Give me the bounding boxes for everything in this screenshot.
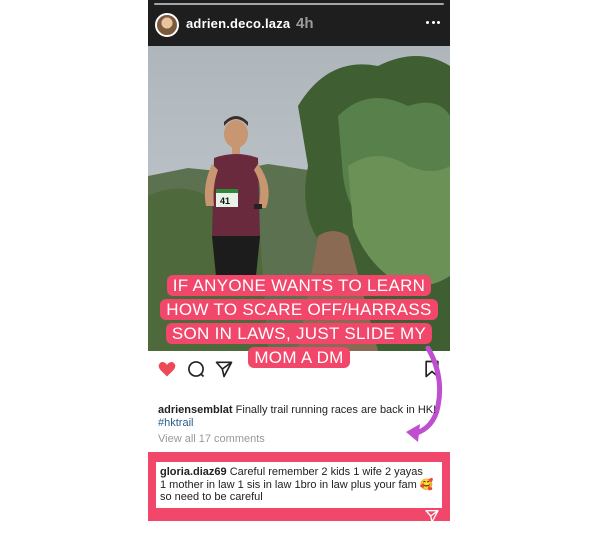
bib-number: 41: [220, 196, 230, 206]
sticker-line-2: HOW TO SCARE OFF/HARRASS: [160, 299, 438, 320]
story-bottom-bar: [148, 521, 450, 541]
comment-line-1: Careful remember 2 kids 1 wife 2 yayas: [229, 466, 423, 478]
story-username[interactable]: adrien.deco.laza: [186, 16, 290, 31]
sticker-line-1: IF ANYONE WANTS TO LEARN: [166, 275, 432, 296]
comment-emoji: 🥰: [419, 478, 434, 491]
caption-hashtag[interactable]: #hktrail: [158, 417, 193, 429]
post-caption: adriensemblat Finally trail running race…: [158, 404, 438, 430]
heart-icon[interactable]: [157, 359, 177, 379]
share-icon[interactable]: [214, 359, 234, 379]
sticker-line-3: SON IN LAWS, JUST SLIDE MY: [165, 323, 433, 344]
more-icon[interactable]: [426, 17, 440, 27]
comment-icon[interactable]: [186, 359, 206, 379]
arrow-annotation-icon: [406, 346, 443, 442]
comment-username[interactable]: gloria.diaz69: [160, 466, 227, 478]
caption-text: Finally trail running races are back in …: [235, 404, 437, 416]
highlighted-comment: gloria.diaz69 Careful remember 2 kids 1 …: [148, 452, 450, 521]
comment-line-3: so need to be careful: [160, 491, 263, 503]
story-progress-bar: [154, 3, 444, 5]
avatar[interactable]: [155, 13, 179, 37]
story-time: 4h: [296, 15, 314, 32]
comment-line-2: 1 mother in law 1 sis in law 1bro in law…: [160, 478, 417, 491]
caption-username[interactable]: adriensemblat: [158, 404, 233, 416]
comment-body: gloria.diaz69 Careful remember 2 kids 1 …: [156, 462, 442, 508]
view-all-comments-link[interactable]: View all 17 comments: [158, 433, 265, 445]
story-viewer: adrien.deco.laza 4h 41 IF ANYONE WANTS T…: [148, 0, 450, 541]
story-header: adrien.deco.laza 4h: [148, 0, 450, 46]
